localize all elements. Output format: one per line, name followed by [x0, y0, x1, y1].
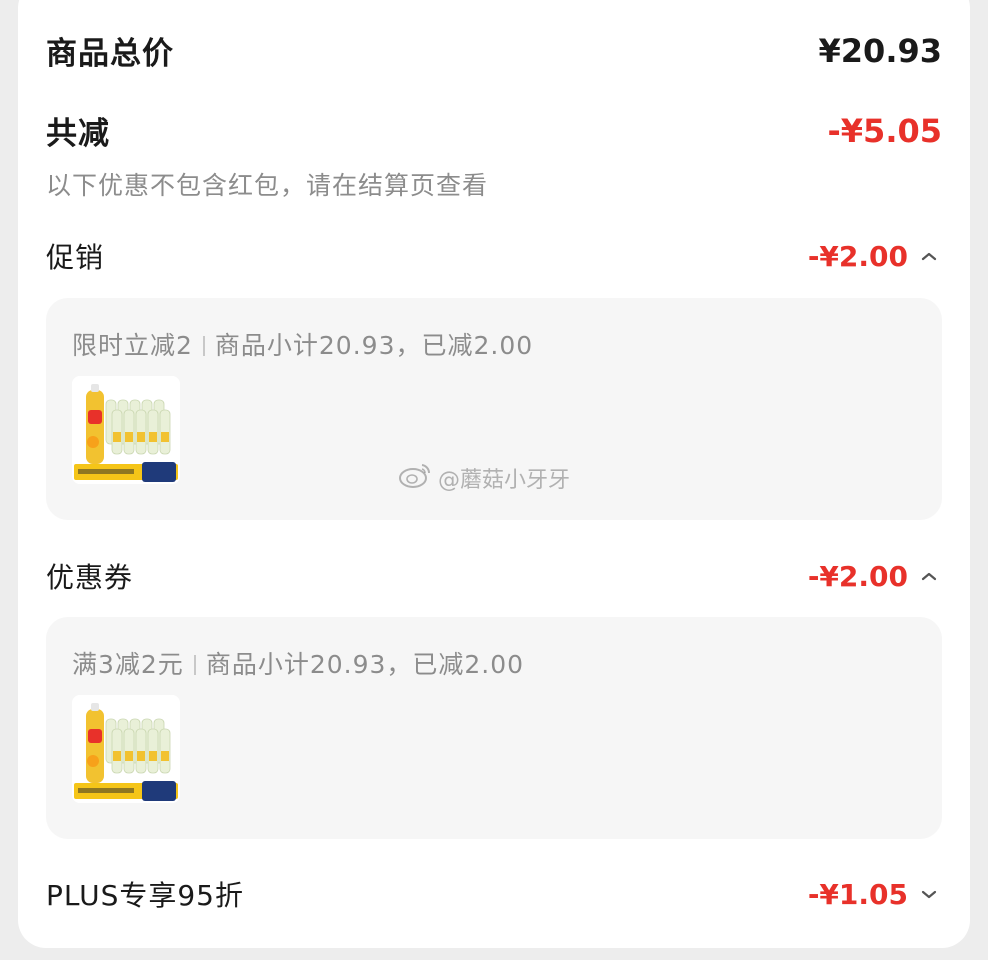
product-image	[72, 376, 180, 484]
discount-value: -¥5.05	[827, 111, 943, 150]
section-amount: -¥2.00	[808, 240, 942, 273]
section-title: 优惠券	[46, 561, 134, 594]
discount-row: 共减 -¥5.05	[46, 108, 942, 153]
chevron-down-icon[interactable]	[916, 881, 942, 907]
watermark-text: @蘑菇小牙牙	[438, 468, 571, 493]
total-row: 商品总价 ¥20.93	[46, 28, 942, 73]
section-coupon-header[interactable]: 优惠券 -¥2.00	[46, 556, 942, 596]
total-value: ¥20.93	[818, 31, 942, 70]
product-thumbnail[interactable]	[72, 376, 180, 484]
total-label: 商品总价	[46, 36, 174, 72]
promotion-info: 商品小计20.93，已减2.00	[214, 331, 534, 360]
coupon-detail-text: 满3减2元 商品小计20.93，已减2.00	[72, 645, 524, 681]
section-amount-value: -¥2.00	[807, 559, 908, 593]
discount-note: 以下优惠不包含红包，请在结算页查看	[46, 171, 489, 200]
section-title: PLUS专享95折	[46, 879, 244, 912]
section-amount: -¥1.05	[808, 878, 942, 911]
divider	[193, 655, 196, 675]
section-amount: -¥2.00	[808, 560, 942, 593]
section-title: 促销	[46, 241, 105, 274]
coupon-name: 满3减2元	[72, 650, 184, 679]
promotion-name: 限时立减2	[72, 331, 193, 360]
discount-label: 共减	[46, 116, 110, 152]
chevron-up-icon[interactable]	[916, 243, 942, 269]
section-promotion-header[interactable]: 促销 -¥2.00	[46, 236, 942, 276]
watermark: @蘑菇小牙牙	[398, 462, 570, 494]
section-amount-value: -¥2.00	[807, 239, 908, 273]
chevron-up-icon[interactable]	[916, 563, 942, 589]
coupon-info: 商品小计20.93，已减2.00	[205, 650, 525, 679]
promotion-detail-text: 限时立减2 商品小计20.93，已减2.00	[72, 326, 533, 362]
section-amount-value: -¥1.05	[807, 877, 908, 911]
product-image	[72, 695, 180, 803]
divider	[202, 336, 205, 356]
coupon-detail-panel: 满3减2元 商品小计20.93，已减2.00	[46, 617, 942, 839]
weibo-icon	[398, 462, 432, 494]
product-thumbnail[interactable]	[72, 695, 180, 803]
section-plus-header[interactable]: PLUS专享95折 -¥1.05	[46, 874, 942, 914]
